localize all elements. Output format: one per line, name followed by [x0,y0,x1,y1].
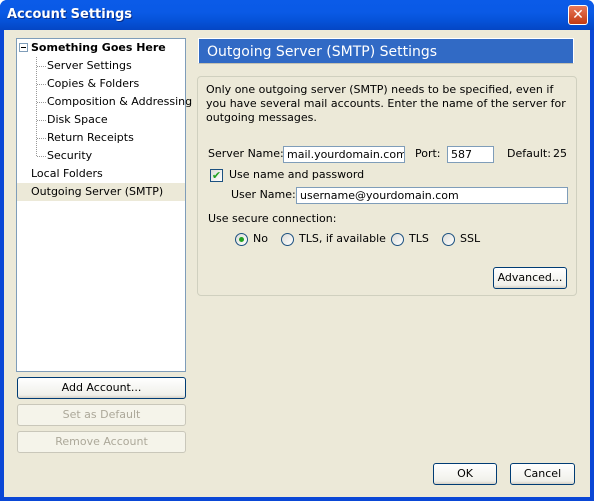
collapse-icon[interactable] [19,42,28,52]
close-button[interactable]: ✕ [568,5,588,25]
radio-secure-no-label: No [253,232,268,245]
set-default-button[interactable]: Set as Default [17,404,186,426]
add-account-button[interactable]: Add Account... [17,377,186,399]
default-port-label: Default: [507,147,551,160]
radio-secure-tls[interactable] [391,233,404,246]
default-port-value: 25 [553,147,567,160]
remove-account-button[interactable]: Remove Account [17,431,186,453]
tree-item-disk-space[interactable]: Disk Space [47,111,108,129]
window-title: Account Settings [7,7,133,22]
radio-secure-ssl[interactable] [442,233,455,246]
ok-button[interactable]: OK [433,463,497,485]
close-icon: ✕ [572,7,584,23]
tree-item-security[interactable]: Security [47,147,92,165]
tree-item-local-folders[interactable]: Local Folders [31,165,103,183]
use-auth-label: Use name and password [229,168,365,181]
account-settings-window: Account Settings ✕ Something Goes Here S… [0,0,594,501]
tree-item-composition[interactable]: Composition & Addressing [47,93,192,111]
use-auth-checkbox[interactable]: ✔ [210,169,223,182]
smtp-settings-group: Only one outgoing server (SMTP) needs to… [197,76,577,296]
port-input[interactable]: 587 [447,146,494,163]
user-name-input[interactable]: username@yourdomain.com [296,187,568,204]
server-name-input[interactable]: mail.yourdomain.com [283,146,405,163]
radio-ssl-label: SSL [460,232,481,245]
cancel-button[interactable]: Cancel [510,463,575,485]
tree-item-account-root[interactable]: Something Goes Here [19,39,166,57]
server-name-label: Server Name: [208,147,284,160]
account-tree[interactable]: Something Goes Here Server Settings Copi… [16,38,192,372]
title-bar[interactable]: Account Settings ✕ [0,0,594,30]
radio-tls-if-available-label: TLS, if available [299,232,386,245]
tree-connector [36,57,38,156]
radio-tls-label: TLS [409,232,429,245]
advanced-button[interactable]: Advanced... [493,267,567,289]
panel-header: Outgoing Server (SMTP) Settings [198,38,574,64]
radio-secure-tls-if-available[interactable] [281,233,294,246]
tree-item-outgoing-server[interactable]: Outgoing Server (SMTP) [17,183,185,201]
dialog-body: Something Goes Here Server Settings Copi… [4,30,590,497]
tree-item-copies-folders[interactable]: Copies & Folders [47,75,139,93]
secure-connection-label: Use secure connection: [208,212,337,225]
radio-secure-no[interactable] [235,233,248,246]
tree-item-server-settings[interactable]: Server Settings [47,57,132,75]
port-label: Port: [415,147,441,160]
tree-item-return-receipts[interactable]: Return Receipts [47,129,134,147]
smtp-description: Only one outgoing server (SMTP) needs to… [206,83,566,124]
user-name-label: User Name: [231,188,296,201]
